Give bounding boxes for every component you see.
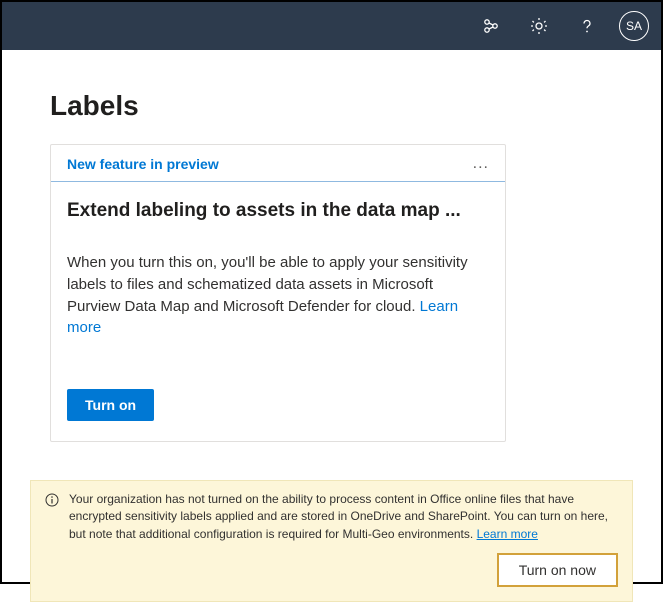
turn-on-button[interactable]: Turn on <box>67 389 154 421</box>
avatar-initials: SA <box>626 19 642 33</box>
app-header: SA <box>2 2 661 50</box>
banner-learn-more-link[interactable]: Learn more <box>477 527 538 541</box>
card-description-text: When you turn this on, you'll be able to… <box>67 254 468 315</box>
feature-card: New feature in preview ... Extend labeli… <box>50 144 506 442</box>
gear-icon[interactable] <box>519 6 559 46</box>
info-icon <box>45 493 59 543</box>
avatar[interactable]: SA <box>619 11 649 41</box>
turn-on-now-button[interactable]: Turn on now <box>497 553 618 587</box>
banner-text: Your organization has not turned on the … <box>69 491 618 543</box>
preview-link[interactable]: New feature in preview <box>67 156 219 172</box>
card-title: Extend labeling to assets in the data ma… <box>67 200 489 222</box>
banner-actions: Turn on now <box>45 553 618 587</box>
share-icon[interactable] <box>471 6 511 46</box>
main-content: Labels New feature in preview ... Extend… <box>2 50 661 462</box>
page-title: Labels <box>50 90 613 122</box>
card-menu-icon[interactable]: ... <box>473 155 489 173</box>
card-description: When you turn this on, you'll be able to… <box>67 252 489 339</box>
card-header: New feature in preview ... <box>51 145 505 182</box>
banner-row: Your organization has not turned on the … <box>45 491 618 543</box>
help-icon[interactable] <box>567 6 607 46</box>
card-body: Extend labeling to assets in the data ma… <box>51 182 505 441</box>
